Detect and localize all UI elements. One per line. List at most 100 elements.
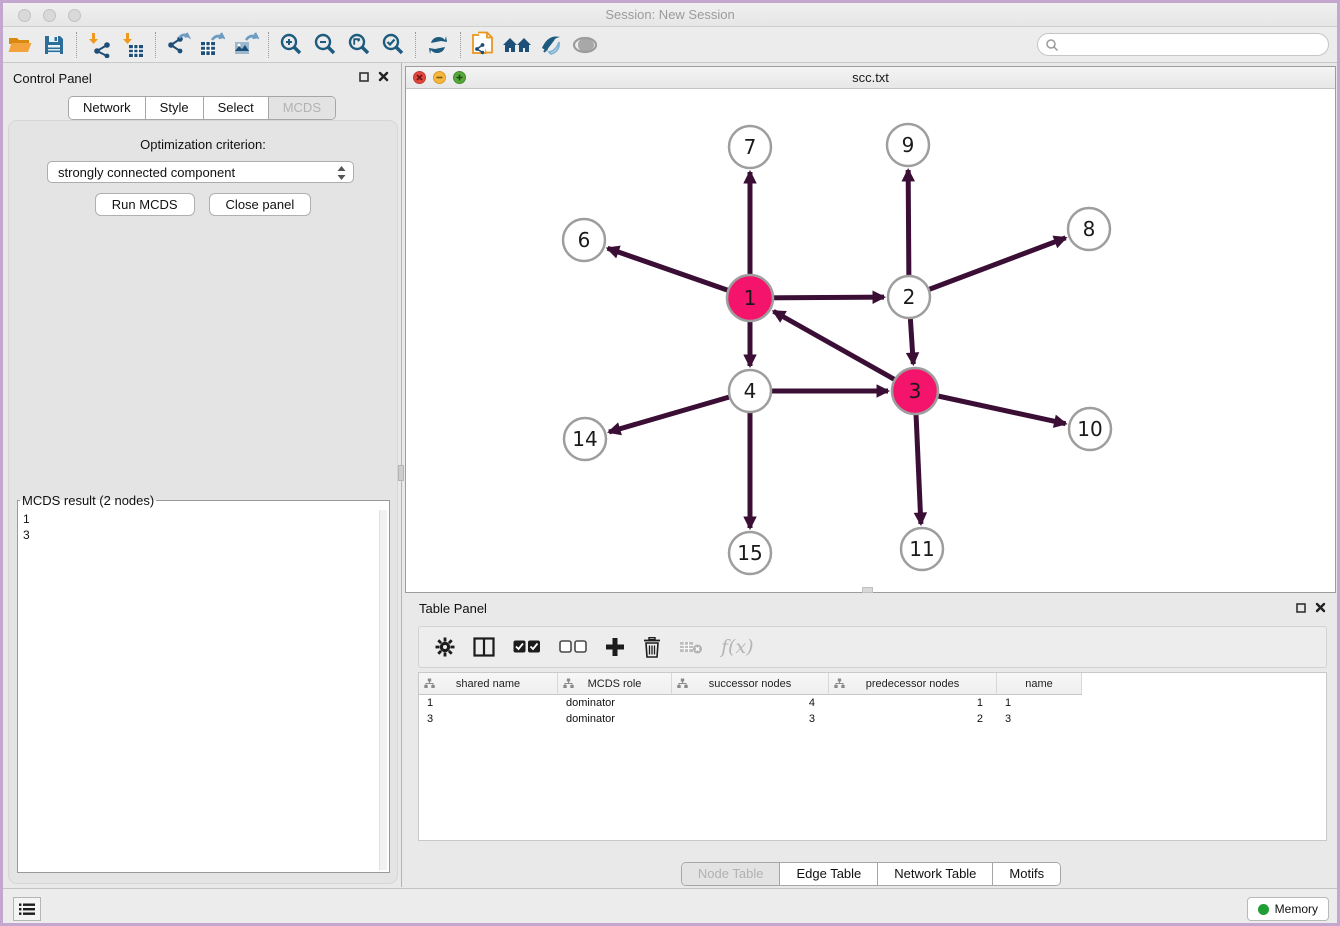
tab-mcds[interactable]: MCDS <box>269 97 335 119</box>
cell-name[interactable]: 3 <box>997 711 1082 727</box>
cell-shared-name[interactable]: 3 <box>419 711 558 727</box>
table-row[interactable]: 3dominator323 <box>419 711 1326 727</box>
add-column-icon[interactable] <box>605 637 625 657</box>
node-4[interactable]: 4 <box>729 370 771 412</box>
network-canvas[interactable]: 1 2 3 4 6 7 8 9 10 11 14 15 <box>406 89 1335 592</box>
split-view-icon[interactable] <box>473 637 495 657</box>
node-14[interactable]: 14 <box>564 418 606 460</box>
task-history-button[interactable] <box>13 897 41 921</box>
main-toolbar <box>3 27 1337 63</box>
graphics-details-button[interactable] <box>568 30 602 60</box>
cell-shared-name[interactable]: 1 <box>419 695 558 711</box>
optimization-criterion-label: Optimization criterion: <box>9 137 397 152</box>
refresh-button[interactable] <box>421 30 455 60</box>
tab-select[interactable]: Select <box>204 97 269 119</box>
deselect-all-icon[interactable] <box>559 640 587 654</box>
delete-column-icon[interactable] <box>643 637 661 658</box>
horizontal-splitter-handle[interactable] <box>862 587 873 593</box>
import-table-button[interactable] <box>116 30 150 60</box>
open-folder-icon <box>7 33 33 57</box>
memory-button[interactable]: Memory <box>1247 897 1329 921</box>
open-session-button[interactable] <box>3 30 37 60</box>
zoom-fit-button[interactable] <box>342 30 376 60</box>
network-from-selection-button[interactable] <box>466 30 500 60</box>
tab-network-table[interactable]: Network Table <box>878 863 993 885</box>
table-panel-title: Table Panel <box>419 601 487 616</box>
tab-network[interactable]: Network <box>69 97 146 119</box>
cell-MCDS-role[interactable]: dominator <box>558 695 672 711</box>
node-9[interactable]: 9 <box>887 124 929 166</box>
tab-edge-table[interactable]: Edge Table <box>780 863 878 885</box>
titlebar: Session: New Session <box>3 3 1337 27</box>
close-table-panel-icon[interactable] <box>1315 602 1326 613</box>
vertical-splitter-handle[interactable] <box>398 465 404 481</box>
first-neighbors-button[interactable] <box>500 30 534 60</box>
save-session-button[interactable] <box>37 30 71 60</box>
node-15[interactable]: 15 <box>729 532 771 574</box>
edge-3-1[interactable] <box>774 311 915 391</box>
mcds-scrollbar[interactable] <box>379 510 387 870</box>
mcds-result-groupbox: MCDS result (2 nodes) 1 3 <box>17 493 390 873</box>
node-6[interactable]: 6 <box>563 219 605 261</box>
toolbar-separator <box>76 32 77 58</box>
column-header-MCDS-role[interactable]: MCDS role <box>558 673 672 695</box>
node-10[interactable]: 10 <box>1069 408 1111 450</box>
cell-predecessor-nodes[interactable]: 1 <box>829 695 997 711</box>
zoom-out-button[interactable] <box>308 30 342 60</box>
svg-text:7: 7 <box>744 135 757 159</box>
node-7[interactable]: 7 <box>729 126 771 168</box>
save-icon <box>42 33 66 57</box>
svg-text:2: 2 <box>903 285 916 309</box>
edge-2-8[interactable] <box>909 238 1066 297</box>
cell-name[interactable]: 1 <box>997 695 1082 711</box>
node-3[interactable]: 3 <box>892 368 938 414</box>
export-network-button[interactable] <box>161 30 195 60</box>
node-11[interactable]: 11 <box>901 528 943 570</box>
table-body: 1dominator4113dominator323 <box>419 695 1326 727</box>
export-table-button[interactable] <box>195 30 229 60</box>
mcds-result-area[interactable]: 1 3 <box>19 509 388 871</box>
visual-styles-button[interactable] <box>534 30 568 60</box>
select-all-icon[interactable] <box>513 640 541 654</box>
memory-label: Memory <box>1275 902 1318 916</box>
close-panel-icon[interactable] <box>378 71 389 82</box>
zoom-in-icon <box>278 32 304 58</box>
node-1[interactable]: 1 <box>727 275 773 321</box>
statusbar: Memory <box>3 888 1337 923</box>
import-network-button[interactable] <box>82 30 116 60</box>
table-settings-icon[interactable] <box>435 637 455 657</box>
zoom-in-button[interactable] <box>274 30 308 60</box>
cell-MCDS-role[interactable]: dominator <box>558 711 672 727</box>
column-header-successor-nodes[interactable]: successor nodes <box>672 673 829 695</box>
tab-node-table[interactable]: Node Table <box>682 863 781 885</box>
criterion-dropdown[interactable]: strongly connected component <box>47 161 354 183</box>
function-builder-icon[interactable]: f(x) <box>721 638 754 657</box>
cell-successor-nodes[interactable]: 4 <box>672 695 829 711</box>
node-2[interactable]: 2 <box>888 276 930 318</box>
delete-table-icon[interactable] <box>679 639 703 655</box>
tab-style[interactable]: Style <box>146 97 204 119</box>
network-window-titlebar[interactable]: scc.txt <box>406 67 1335 89</box>
column-header-name[interactable]: name <box>997 673 1082 695</box>
column-header-shared-name[interactable]: shared name <box>419 673 558 695</box>
node-8[interactable]: 8 <box>1068 208 1110 250</box>
zoom-fit-icon <box>346 32 372 58</box>
tab-motifs[interactable]: Motifs <box>993 863 1060 885</box>
cell-predecessor-nodes[interactable]: 2 <box>829 711 997 727</box>
cell-successor-nodes[interactable]: 3 <box>672 711 829 727</box>
table-row[interactable]: 1dominator411 <box>419 695 1326 711</box>
run-mcds-button[interactable]: Run MCDS <box>95 193 195 216</box>
export-image-button[interactable] <box>229 30 263 60</box>
close-panel-button[interactable]: Close panel <box>209 193 312 216</box>
zoom-selected-button[interactable] <box>376 30 410 60</box>
network-graph[interactable]: 1 2 3 4 6 7 8 9 10 11 14 15 <box>406 89 1335 592</box>
toolbar-separator <box>460 32 461 58</box>
table-panel-tabs: Node TableEdge TableNetwork TableMotifs <box>681 862 1061 886</box>
search-input[interactable] <box>1059 35 1328 54</box>
column-header-predecessor-nodes[interactable]: predecessor nodes <box>829 673 997 695</box>
control-panel-tabs: NetworkStyleSelectMCDS <box>68 96 336 120</box>
import-table-icon <box>120 32 146 58</box>
float-table-panel-icon[interactable] <box>1296 603 1306 613</box>
search-icon <box>1045 38 1059 52</box>
float-panel-icon[interactable] <box>359 72 369 82</box>
